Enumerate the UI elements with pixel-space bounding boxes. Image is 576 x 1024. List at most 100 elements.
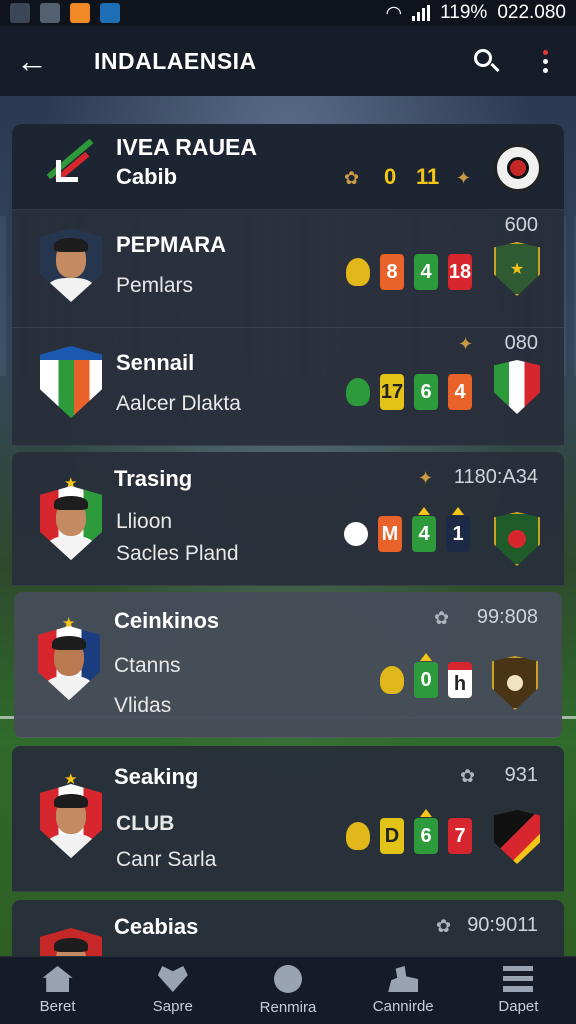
team-name: PEPMARA [116,232,227,257]
team-name: Ceinkinos [114,608,220,633]
search-icon[interactable] [466,41,506,81]
nav-label: Beret [39,998,76,1015]
more-vert-icon[interactable] [530,41,560,81]
badge-row: D 6 7 [346,809,472,854]
stat-badge: 7 [448,818,472,854]
battery-text: 119% [440,2,488,23]
trophy-icon: ✦ [456,168,472,188]
club-crest-icon [494,360,540,414]
list-item[interactable]: PEPMARA Pemlars 600 8 4 18 ★ [12,210,564,328]
settings-icon: ✿ [436,916,452,936]
trophy-icon: ✦ [418,468,434,488]
nav-label: Dapet [498,998,539,1015]
medal-icon [344,522,368,546]
menu-icon [503,966,534,992]
medal-icon [346,258,370,286]
badge-row: 0 h [380,653,472,698]
stat-badge: 8 [380,254,404,290]
team-name: Seaking [114,764,199,789]
heart-icon [157,966,188,992]
team-detail: Vlidas [114,694,172,717]
stat-badge: 1 [446,507,470,552]
list-item[interactable]: ★ Seaking CLUB Canr Sarla ✿ 931 D 6 7 [12,746,564,892]
nav-explore[interactable]: Renmira [230,957,345,1024]
badge-row: 8 4 18 [346,254,472,290]
compass-icon [274,965,302,993]
image-icon [40,3,60,23]
row-meta: 931 [504,764,538,786]
badge-row: 17 6 4 [346,374,472,410]
bottom-navigation: Beret Sapre Renmira Cannirde Dapet [0,956,576,1024]
nav-favorites[interactable]: Sapre [115,957,230,1024]
stat-badge: 4 [412,507,436,552]
club-crest-icon: ★ [494,242,540,296]
stat-badge: 6 [414,809,438,854]
stat-value: 11 [416,164,440,189]
people-icon [388,966,419,992]
medal-icon [346,378,370,406]
stat-badge: 0 [414,653,438,698]
team-subtitle: Aalcer Dlakta [116,392,241,415]
team-detail: Sacles Pland [116,542,239,565]
list-item-selected[interactable]: ★ Ceinkinos Ctanns Vlidas ✿ 99:808 0 h [14,592,562,738]
club-crest-icon [492,656,538,710]
stat-badge: h [448,662,472,698]
list-item[interactable]: Sennail Aalcer Dlakta ✦ 080 17 6 4 [12,328,564,446]
row-meta: 1180:A34 [453,466,538,488]
nav-menu[interactable]: Dapet [461,957,576,1024]
settings-icon: ✿ [434,608,450,628]
trophy-icon: ✦ [458,334,474,354]
nav-home[interactable]: Beret [0,957,115,1024]
league-header-card[interactable]: IVEA RAUEA Cabib ✿ 0 11 ✦ [12,124,564,210]
stat-badge: 17 [380,374,404,410]
stat-badge: 4 [414,254,438,290]
club-crest-icon [494,810,540,864]
stat-value: 0 [384,164,397,189]
player-avatar [40,486,102,560]
league-title: IVEA RAUEA [116,134,257,160]
app-bar: ← INDALAENSIA [0,26,576,96]
league-logo [38,134,96,190]
stat-badge: 6 [414,374,438,410]
team-list: IVEA RAUEA Cabib ✿ 0 11 ✦ PEPMARA Pemlar… [12,124,564,1002]
status-bar: ◠ 119% 022.080 [0,0,576,26]
team-detail: Canr Sarla [116,848,217,871]
medal-icon [380,666,404,694]
list-item[interactable]: Ceabias ✿ 90:9011 [12,900,564,1002]
row-meta: 600 [504,214,538,236]
app-icon [70,3,90,23]
team-subtitle: Llioon [116,510,173,533]
football-crest-icon [494,144,542,192]
club-crest-icon [494,512,540,566]
signal-icon [412,5,431,21]
notification-icon [10,3,30,23]
player-avatar [38,626,100,700]
stat-badge: 4 [448,374,472,410]
app-icon-2 [100,3,120,23]
stat-badge: D [380,818,404,854]
list-item[interactable]: ★ Trasing Llioon Sacles Pland ✦ 1180:A34… [12,452,564,586]
stat-badge: 18 [448,254,472,290]
home-icon [42,966,73,992]
stat-badge: M [378,516,402,552]
clock-text: 022.080 [497,2,566,23]
team-subtitle: Pemlars [116,274,194,297]
nav-label: Sapre [152,998,193,1015]
team-name: Sennail [116,350,195,375]
row-meta: 90:9011 [467,914,538,936]
badge-row: M 4 1 [344,507,470,552]
row-meta: 99:808 [476,606,538,628]
nav-community[interactable]: Cannirde [346,957,461,1024]
page-title: INDALAENSIA [94,47,257,74]
club-crest-icon [40,346,102,418]
team-name: Trasing [114,466,193,491]
arrow-left-icon[interactable]: ← [16,43,66,80]
nav-label: Cannirde [372,998,434,1015]
cog-icon: ✿ [344,168,360,188]
league-subtitle: Cabib [116,164,178,189]
player-avatar [40,228,102,302]
row-meta: 080 [504,332,538,354]
team-subtitle: CLUB [116,812,175,835]
team-name: Ceabias [114,914,199,939]
settings-icon: ✿ [460,766,476,786]
